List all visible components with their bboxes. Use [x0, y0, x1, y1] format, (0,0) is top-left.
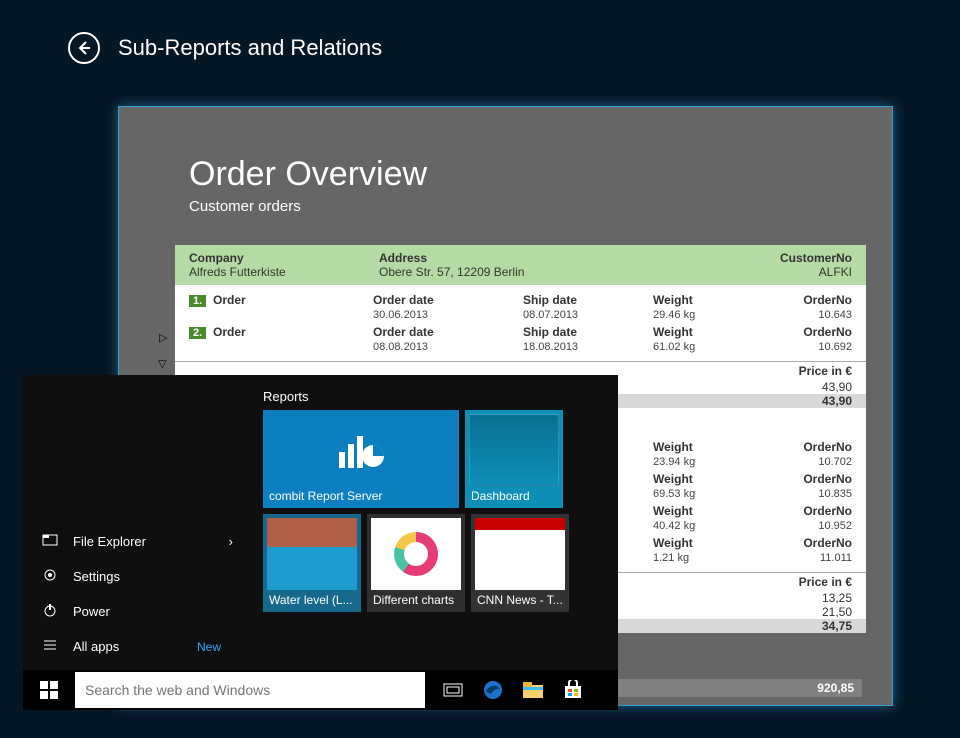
all-apps-icon [41, 637, 59, 656]
store-button[interactable] [553, 670, 593, 710]
search-input[interactable] [85, 682, 415, 698]
tile-water-level[interactable]: Water level (L... [263, 514, 361, 612]
ship-date-value: 18.08.2013 [523, 341, 578, 353]
edge-button[interactable] [473, 670, 513, 710]
weight-label: Weight [653, 325, 693, 339]
col-address: Address [379, 251, 669, 265]
weight-label: Weight [653, 472, 693, 486]
order-date-label: Order date [373, 293, 434, 307]
chevron-right-icon: › [229, 534, 233, 549]
tile-label: combit Report Server [269, 489, 453, 503]
weight-label: Weight [653, 536, 693, 550]
start-item-settings[interactable]: Settings [23, 559, 251, 594]
report-server-icon [337, 432, 385, 472]
back-button[interactable] [68, 32, 100, 64]
tile-group-title: Reports [263, 389, 606, 404]
start-item-label: All apps [73, 639, 119, 654]
charts-thumb-icon [371, 518, 461, 590]
ship-date-value: 08.07.2013 [523, 309, 578, 321]
task-view-icon [443, 682, 463, 698]
ship-date-label: Ship date [523, 325, 577, 339]
tile-dashboard[interactable]: Dashboard [465, 410, 563, 508]
order-badge: 1. [189, 295, 206, 307]
start-menu: File Explorer › Settings Power All apps … [23, 375, 618, 670]
taskbar [23, 670, 618, 710]
weight-value: 61.02 kg [653, 341, 695, 353]
orderno-label: OrderNo [803, 325, 852, 339]
order-date-label: Order date [373, 325, 434, 339]
taskbar-search[interactable] [75, 672, 425, 708]
gear-icon [41, 567, 59, 586]
weight-value: 29.46 kg [653, 309, 695, 321]
orderno-value: 10.702 [818, 456, 852, 468]
weight-value: 69.53 kg [653, 488, 695, 500]
weight-value: 40.42 kg [653, 520, 695, 532]
tile-cnn-news[interactable]: CNN News - T... [471, 514, 569, 612]
row-markers: ▷ ▷ [159, 331, 167, 371]
task-view-button[interactable] [433, 670, 473, 710]
orderno-label: OrderNo [803, 536, 852, 550]
start-item-all-apps[interactable]: All apps [23, 629, 197, 664]
tile-label: CNN News - T... [477, 593, 563, 607]
tile-combit-report-server[interactable]: combit Report Server [263, 410, 459, 508]
order-row: 2. Order Order date 08.08.2013 Ship date 1… [189, 323, 852, 355]
orderno-value: 11.011 [820, 552, 852, 564]
order-date-value: 08.08.2013 [373, 341, 428, 353]
orderno-label: OrderNo [803, 440, 852, 454]
tile-label: Different charts [373, 593, 459, 607]
start-item-power[interactable]: Power [23, 594, 251, 629]
orderno-value: 10.643 [818, 309, 852, 321]
weight-label: Weight [653, 504, 693, 518]
start-menu-left: File Explorer › Settings Power All apps … [23, 375, 251, 670]
report-title: Order Overview [189, 155, 822, 194]
order-label: Order [213, 325, 373, 339]
order-date-value: 30.06.2013 [373, 309, 428, 321]
new-link[interactable]: New [197, 632, 251, 662]
col-company: Company [189, 251, 379, 265]
tile-label: Water level (L... [269, 593, 355, 607]
folder-icon [522, 681, 544, 699]
orderno-value: 10.952 [818, 520, 852, 532]
tile-label: Dashboard [471, 489, 557, 503]
order-badge: 2. [189, 327, 206, 339]
orderno-label: OrderNo [803, 472, 852, 486]
start-menu-tiles: Reports combit Report Server Dashboard [251, 375, 618, 670]
weight-value: 23.94 kg [653, 456, 695, 468]
orderno-label: OrderNo [803, 504, 852, 518]
file-explorer-button[interactable] [513, 670, 553, 710]
start-item-file-explorer[interactable]: File Explorer › [23, 524, 251, 559]
store-icon [563, 680, 583, 700]
ship-date-label: Ship date [523, 293, 577, 307]
start-button[interactable] [23, 670, 75, 710]
file-explorer-icon [41, 532, 59, 551]
arrow-left-icon [76, 40, 92, 56]
page-title: Sub-Reports and Relations [118, 35, 382, 61]
orderno-value: 10.692 [818, 341, 852, 353]
report-subtitle: Customer orders [189, 198, 822, 215]
dashboard-thumb-icon [469, 414, 559, 486]
start-item-label: Power [73, 604, 110, 619]
weight-label: Weight [653, 293, 693, 307]
start-item-label: File Explorer [73, 534, 146, 549]
cnn-thumb-icon [475, 518, 565, 590]
water-thumb-icon [267, 518, 357, 590]
power-icon [41, 602, 59, 621]
order-row: 1. Order Order date 30.06.2013 Ship date 0… [189, 291, 852, 323]
start-item-label: Settings [73, 569, 120, 584]
orderno-value: 10.835 [818, 488, 852, 500]
company-customerno: ALFKI [669, 265, 852, 279]
edge-icon [482, 679, 504, 701]
company-name: Alfreds Futterkiste [189, 265, 379, 279]
col-customerno: CustomerNo [669, 251, 852, 265]
weight-value: 1.21 kg [653, 552, 689, 564]
order-label: Order [213, 293, 373, 307]
weight-label: Weight [653, 440, 693, 454]
orderno-label: OrderNo [803, 293, 852, 307]
windows-icon [40, 681, 58, 699]
company-header-row: Company Alfreds Futterkiste Address Ober… [175, 245, 866, 285]
tile-different-charts[interactable]: Different charts [367, 514, 465, 612]
company-address: Obere Str. 57, 12209 Berlin [379, 265, 669, 279]
